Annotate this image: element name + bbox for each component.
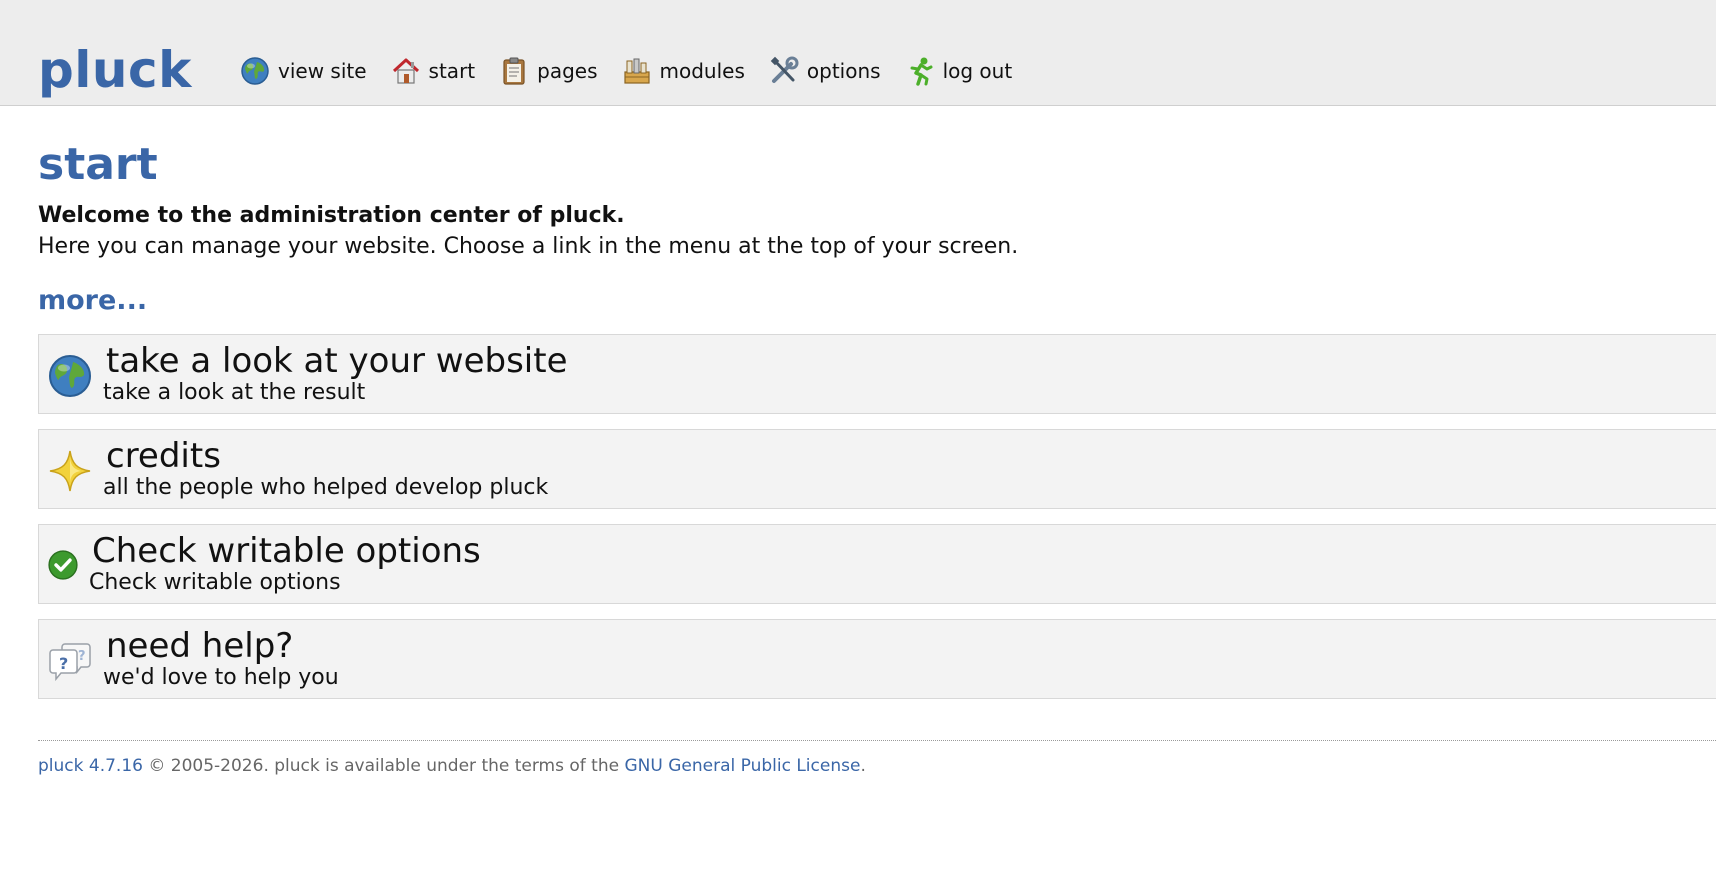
nav-modules[interactable]: modules [622, 56, 745, 86]
nav-log-out[interactable]: log out [905, 56, 1013, 86]
box-credits[interactable]: credits all the people who helped develo… [38, 429, 1716, 509]
tools-icon [770, 56, 799, 83]
pluck-logo[interactable]: pluck [38, 40, 192, 100]
globe-icon [49, 355, 91, 397]
modules-icon [623, 58, 650, 84]
main-content: start Welcome to the administration cent… [38, 138, 1716, 318]
star-icon [49, 450, 91, 492]
more-options-list: take a look at your website take a look … [38, 334, 1716, 714]
nav-options[interactable]: options [769, 56, 881, 86]
license-link[interactable]: GNU General Public License [624, 756, 860, 776]
nav-options-label: options [806, 59, 881, 83]
box-title: credits [106, 436, 221, 476]
box-subtitle: Check writable options [89, 570, 341, 595]
running-man-icon [910, 57, 933, 86]
nav-modules-label: modules [659, 59, 745, 83]
more-heading: more... [38, 285, 148, 316]
box-title: need help? [106, 626, 294, 666]
box-check-writable[interactable]: Check writable options Check writable op… [38, 524, 1716, 604]
box-need-help[interactable]: ? ? need help? we'd love to help you [38, 619, 1716, 699]
footer: pluck 4.7.16 © 2005-2026. pluck is avail… [38, 740, 1716, 777]
home-icon [392, 58, 419, 84]
box-subtitle: take a look at the result [103, 380, 366, 405]
nav-view-site-label: view site [278, 59, 367, 83]
page-title: start [38, 139, 158, 190]
clipboard-icon [503, 57, 525, 85]
svg-text:?: ? [78, 649, 86, 664]
welcome-heading: Welcome to the administration center of … [38, 203, 625, 228]
header-bar: pluck view site start pages modules opti… [0, 0, 1716, 106]
box-title: take a look at your website [106, 341, 568, 381]
main-nav: view site start pages modules options lo… [240, 54, 1036, 88]
footer-end: . [860, 756, 866, 776]
nav-start-label: start [428, 59, 476, 83]
nav-start[interactable]: start [391, 56, 476, 86]
box-title: Check writable options [92, 531, 481, 571]
box-subtitle: all the people who helped develop pluck [103, 475, 549, 500]
svg-text:?: ? [59, 654, 68, 673]
nav-pages[interactable]: pages [499, 56, 598, 86]
globe-icon [241, 57, 269, 85]
footer-text: © 2005-2026. pluck is available under th… [142, 756, 625, 776]
welcome-text: Here you can manage your website. Choose… [38, 234, 1019, 259]
check-icon [48, 550, 78, 580]
nav-log-out-label: log out [942, 59, 1013, 83]
help-bubbles-icon: ? ? [49, 643, 91, 682]
version-link[interactable]: pluck 4.7.16 [38, 756, 143, 776]
nav-pages-label: pages [537, 59, 598, 83]
box-view-website[interactable]: take a look at your website take a look … [38, 334, 1716, 414]
box-subtitle: we'd love to help you [103, 665, 339, 690]
nav-view-site[interactable]: view site [240, 56, 367, 86]
